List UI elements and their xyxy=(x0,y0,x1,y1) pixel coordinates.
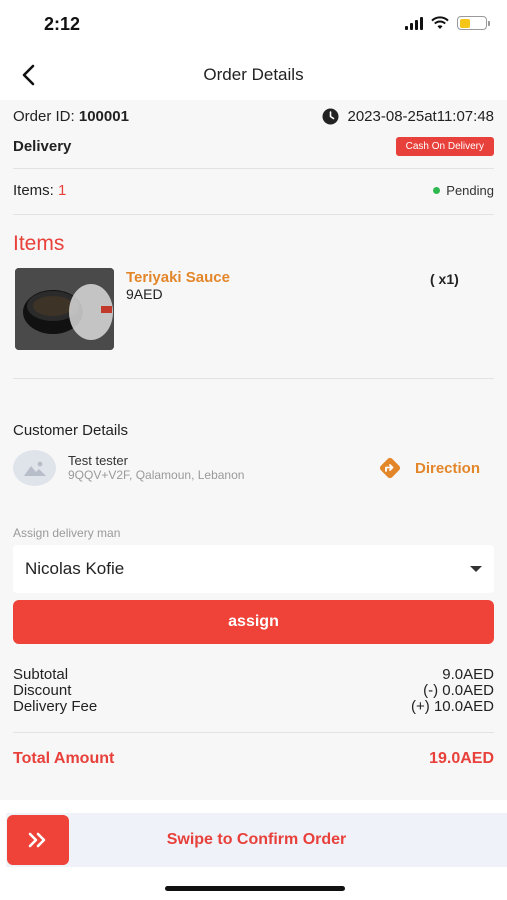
order-datetime: 2023-08-25at11:07:48 xyxy=(347,108,494,125)
order-status-text: Pending xyxy=(446,183,494,198)
customer-avatar xyxy=(13,450,56,486)
image-placeholder-icon xyxy=(23,461,46,476)
divider xyxy=(13,378,494,379)
total-label: Total Amount xyxy=(13,750,115,767)
item-quantity: ( x1) xyxy=(430,271,459,287)
swipe-confirm-slider[interactable]: Swipe to Confirm Order xyxy=(6,813,507,867)
double-chevron-right-icon xyxy=(28,832,46,848)
status-icons xyxy=(405,16,490,30)
delivery-fee-value: (+) 10.0AED xyxy=(411,698,494,715)
order-type-row: Delivery Cash On Delivery xyxy=(13,137,494,156)
discount-row: Discount (-) 0.0AED xyxy=(13,683,494,699)
assign-button[interactable]: assign xyxy=(13,600,494,644)
divider xyxy=(13,214,494,215)
item-name: Teriyaki Sauce xyxy=(126,269,230,286)
subtotal-value: 9.0AED xyxy=(442,666,494,683)
page-title: Order Details xyxy=(203,65,304,84)
wifi-icon xyxy=(431,16,449,29)
divider xyxy=(13,732,494,733)
discount-value: (-) 0.0AED xyxy=(423,682,494,699)
status-time: 2:12 xyxy=(44,14,81,34)
delivery-fee-label: Delivery Fee xyxy=(13,698,98,715)
items-count-value: 1 xyxy=(58,182,67,199)
items-count-row: Items: 1 Pending xyxy=(13,182,494,199)
order-id-label: Order ID: xyxy=(13,108,75,125)
items-count-label: Items: xyxy=(13,182,54,199)
subtotal-row: Subtotal 9.0AED xyxy=(13,667,494,683)
caret-down-icon xyxy=(470,566,482,572)
direction-label: Direction xyxy=(415,459,481,477)
swipe-confirm-text: Swipe to Confirm Order xyxy=(166,831,347,848)
item-image xyxy=(15,268,114,350)
swipe-handle[interactable] xyxy=(7,815,69,865)
subtotal-label: Subtotal xyxy=(13,666,69,683)
total-value: 19.0AED xyxy=(429,750,494,767)
battery-icon xyxy=(457,16,490,30)
signal-icon xyxy=(405,16,423,30)
customer-address: 9QQV+V2F, Qalamoun, Lebanon xyxy=(68,468,245,482)
direction-button[interactable]: Direction xyxy=(377,455,480,481)
assign-delivery-label: Assign delivery man xyxy=(13,526,121,540)
nav-bar: Order Details xyxy=(0,52,507,98)
status-dot-icon xyxy=(433,187,441,194)
customer-section-title: Customer Details xyxy=(13,422,129,439)
divider xyxy=(13,168,494,169)
customer-name: Test tester xyxy=(68,453,128,468)
delivery-man-selected: Nicolas Kofie xyxy=(25,559,125,578)
delivery-fee-row: Delivery Fee (+) 10.0AED xyxy=(13,699,494,715)
discount-label: Discount xyxy=(13,682,72,699)
status-bar: 2:12 xyxy=(0,0,507,52)
order-id-row: Order ID: 100001 2023-08-25at11:07:48 xyxy=(13,108,494,125)
home-indicator xyxy=(165,886,345,891)
order-details-card: Order ID: 100001 2023-08-25at11:07:48 De… xyxy=(0,100,507,800)
direction-icon xyxy=(379,457,401,479)
delivery-man-select[interactable]: Nicolas Kofie xyxy=(13,545,494,593)
clock-icon xyxy=(322,108,339,125)
total-row: Total Amount 19.0AED xyxy=(13,750,494,768)
order-type: Delivery xyxy=(13,138,72,155)
payment-method-badge: Cash On Delivery xyxy=(395,137,494,156)
items-section-title: Items xyxy=(13,232,65,255)
order-id-value: 100001 xyxy=(78,108,129,125)
item-price: 9AED xyxy=(126,286,163,302)
order-status: Pending xyxy=(433,183,494,198)
